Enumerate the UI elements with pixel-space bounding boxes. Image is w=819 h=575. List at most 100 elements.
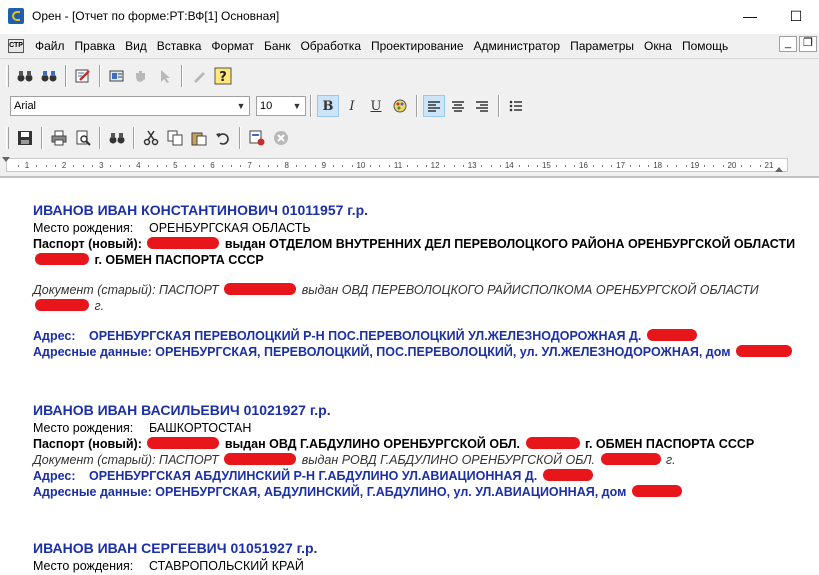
- menu-parameters[interactable]: Параметры: [565, 35, 639, 57]
- align-right-icon[interactable]: [471, 95, 493, 117]
- font-size-select[interactable]: 10 ▼: [256, 96, 306, 116]
- ruler-tick: [462, 165, 464, 167]
- minimize-button[interactable]: —: [727, 0, 773, 32]
- hand-icon[interactable]: [130, 65, 152, 87]
- binoculars-icon[interactable]: [14, 65, 36, 87]
- italic-button[interactable]: I: [341, 95, 363, 117]
- address-line: Адрес: ОРЕНБУРГСКАЯ АБДУЛИНСКИЙ Р-Н Г.АБД…: [33, 468, 595, 484]
- ruler-tick: [453, 165, 455, 167]
- menu-admin[interactable]: Администратор: [469, 35, 566, 57]
- find-icon[interactable]: [106, 127, 128, 149]
- report-icon[interactable]: [106, 65, 128, 87]
- menu-processing[interactable]: Обработка: [295, 35, 366, 57]
- passport-label: Паспорт (новый):: [33, 437, 142, 451]
- ruler-tick: [305, 165, 307, 167]
- ruler-tick: [156, 165, 158, 167]
- font-select[interactable]: Arial ▼: [10, 96, 250, 116]
- bold-button[interactable]: B: [317, 95, 339, 117]
- print-icon[interactable]: [48, 127, 70, 149]
- menu-edit[interactable]: Правка: [70, 35, 121, 57]
- menu-bank[interactable]: Банк: [259, 35, 295, 57]
- menu-bar: СТР Файл Правка Вид Вставка Формат Банк …: [0, 34, 819, 58]
- underline-button[interactable]: U: [365, 95, 387, 117]
- color-palette-icon[interactable]: [389, 95, 411, 117]
- ruler-tick: [416, 165, 418, 167]
- redaction-mark: [542, 469, 593, 481]
- birthplace-label: Место рождения:: [33, 421, 134, 435]
- toolbar-grip[interactable]: [6, 65, 9, 87]
- ruler-number: 14: [504, 161, 514, 170]
- toolbar-separator: [65, 65, 67, 87]
- ruler-tick: [611, 165, 613, 167]
- ruler-tick: [481, 165, 483, 167]
- bullet-list-icon[interactable]: [505, 95, 527, 117]
- undo-icon[interactable]: [212, 127, 234, 149]
- ruler-tick: [166, 165, 168, 167]
- ruler-number: 18: [653, 161, 663, 170]
- ruler-number: 20: [727, 161, 737, 170]
- cut-icon[interactable]: [140, 127, 162, 149]
- doc-issued: выдан ОВД ПЕРЕВОЛОЦКОГО РАЙИСПОЛКОМА ОРЕ…: [301, 283, 759, 297]
- ruler: 1 2 3 4 5 6 7 8 9 10 11 12 13 14 15 16 17 18 19 20 21: [0, 155, 819, 177]
- edit-document-icon[interactable]: [72, 65, 94, 87]
- redaction-mark: [35, 299, 89, 311]
- ruler-number: 11: [393, 161, 403, 170]
- maximize-button[interactable]: ☐: [773, 0, 819, 32]
- ruler-tick: [444, 165, 446, 167]
- menu-view[interactable]: Вид: [120, 35, 152, 57]
- ruler-number: 12: [430, 161, 440, 170]
- menu-help[interactable]: Помощь: [677, 35, 733, 57]
- toolbar-grip[interactable]: [6, 127, 9, 149]
- ruler-tick: [639, 165, 641, 167]
- ruler-tick: [333, 165, 335, 167]
- help-icon[interactable]: ?: [212, 65, 234, 87]
- ruler-tick: [500, 165, 502, 167]
- ruler-tick: [314, 165, 316, 167]
- ruler-tick: [629, 165, 631, 167]
- old-document-line: Документ (старый): ПАСПОРТ выдан ОВД ПЕР…: [33, 282, 759, 298]
- ruler-tick: [379, 165, 381, 167]
- toolbar-area: ? Arial ▼ 10 ▼ B I U: [0, 58, 819, 155]
- ruler-tick: [750, 165, 752, 167]
- stop-icon[interactable]: [270, 127, 292, 149]
- menu-format[interactable]: Формат: [206, 35, 259, 57]
- ruler-tick: [295, 165, 297, 167]
- font-size-value: 10: [260, 100, 273, 112]
- export-report-icon[interactable]: [246, 127, 268, 149]
- ruler-tick: [258, 165, 260, 167]
- align-left-icon[interactable]: [423, 95, 445, 117]
- align-center-icon[interactable]: [447, 95, 469, 117]
- chevron-down-icon: ▼: [292, 101, 302, 111]
- save-icon[interactable]: [14, 127, 36, 149]
- ruler-number: 8: [284, 161, 289, 170]
- ruler-tick: [240, 165, 242, 167]
- right-indent-marker[interactable]: [775, 167, 783, 172]
- report-document[interactable]: ИВАНОВ ИВАН КОНСТАНТИНОВИЧ 01011957 г.р.…: [0, 177, 819, 575]
- pen-icon[interactable]: [188, 65, 210, 87]
- pointer-icon[interactable]: [154, 65, 176, 87]
- paste-icon[interactable]: [188, 127, 210, 149]
- ruler-track[interactable]: 1 2 3 4 5 6 7 8 9 10 11 12 13 14 15 16 17 18 19 20 21: [6, 158, 788, 172]
- copy-icon[interactable]: [164, 127, 186, 149]
- document-restore-button[interactable]: ❐: [799, 36, 817, 52]
- binoculars-next-icon[interactable]: [38, 65, 60, 87]
- ruler-tick: [537, 165, 539, 167]
- menu-design[interactable]: Проектирование: [366, 35, 469, 57]
- ruler-tick: [110, 165, 112, 167]
- ruler-tick: [203, 165, 205, 167]
- ruler-tick: [231, 165, 233, 167]
- document-minimize-button[interactable]: _: [779, 36, 797, 52]
- person-name: ИВАНОВ ИВАН ВАСИЛЬЕВИЧ 01021927 г.р.: [33, 402, 331, 418]
- ruler-tick: [555, 165, 557, 167]
- menu-windows[interactable]: Окна: [639, 35, 677, 57]
- ruler-tick: [82, 165, 84, 167]
- left-indent-marker[interactable]: [2, 157, 10, 162]
- menu-insert[interactable]: Вставка: [152, 35, 207, 57]
- ruler-number: 13: [467, 161, 477, 170]
- ruler-tick: [91, 165, 93, 167]
- document-system-icon[interactable]: СТР: [8, 39, 24, 53]
- address-label: Адрес:: [33, 329, 76, 343]
- print-preview-icon[interactable]: [72, 127, 94, 149]
- menu-file[interactable]: Файл: [30, 35, 70, 57]
- ruler-tick: [527, 165, 529, 167]
